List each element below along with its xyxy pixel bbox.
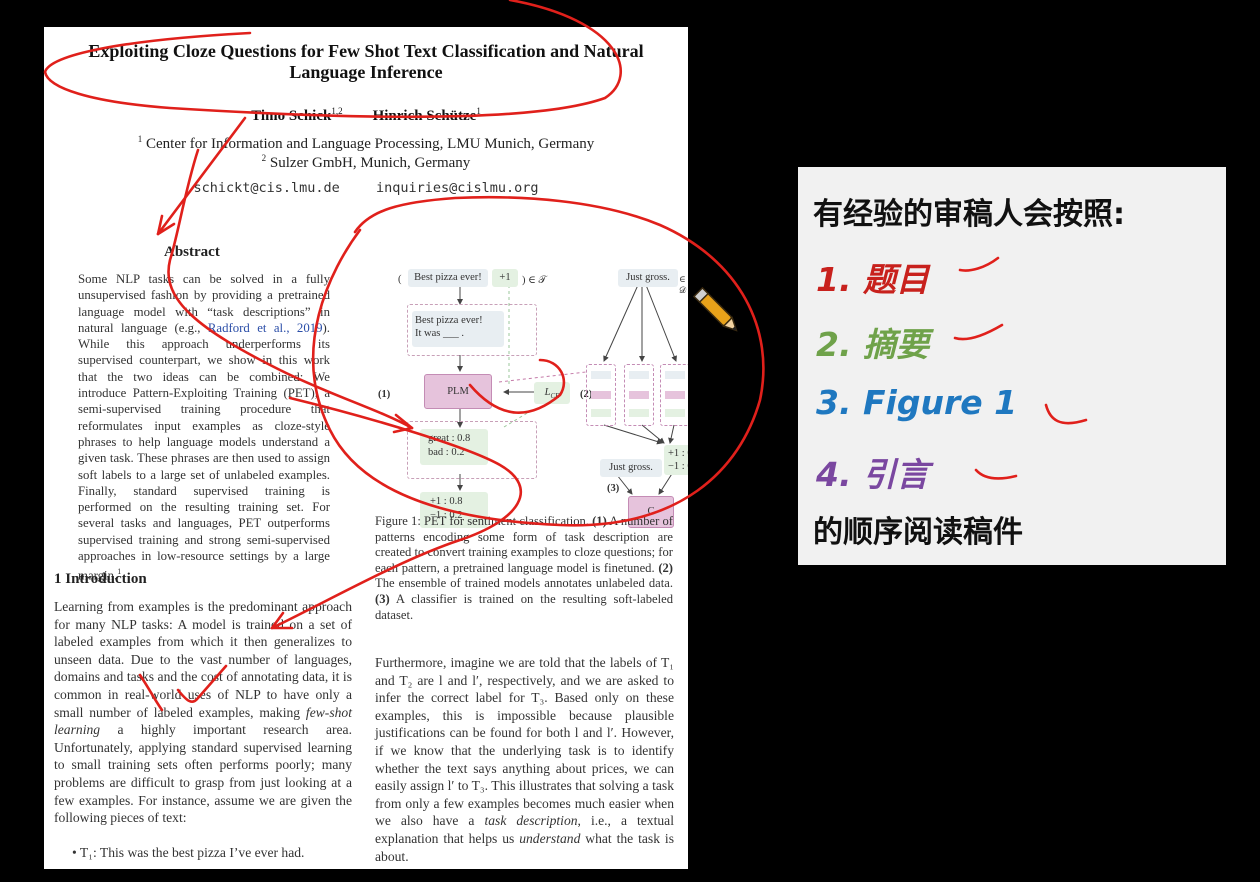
- fig-plm-box: PLM: [424, 374, 492, 409]
- fig-model-b: [624, 364, 654, 426]
- aff1-text: Center for Information and Language Proc…: [146, 136, 595, 152]
- author-1-sup: 1,2: [331, 106, 343, 116]
- caption-part-3: The ensemble of trained models annotates…: [375, 576, 673, 591]
- fig-unlabeled-example: Just gross.: [618, 269, 678, 287]
- email-1[interactable]: schickt@cis.lmu.de: [193, 180, 339, 196]
- citation-link[interactable]: Radford et al., 2019: [208, 321, 323, 335]
- abstract-heading: Abstract: [164, 244, 220, 260]
- fig-pattern-line2: It was ___ .: [415, 328, 464, 339]
- figure-caption: Figure 1: PET for sentiment classificati…: [375, 514, 673, 623]
- panel-footer: 的顺序阅读稿件: [813, 515, 1023, 550]
- abstract-text: Some NLP tasks can be solved in a fully …: [78, 271, 330, 584]
- fig-labeled-label: +1: [492, 269, 518, 287]
- fig-mlm-probs: great : 0.8 bad : 0.2: [420, 429, 488, 465]
- fig-soft2a: +1 : 0.1: [668, 448, 688, 459]
- intro-text: Learning from examples is the predominan…: [54, 598, 352, 827]
- panel-heading: 有经验的审稿人会按照:: [813, 197, 1125, 232]
- right-emphasis-1: task description: [484, 813, 578, 829]
- fig-model-c: [660, 364, 688, 426]
- panel-item-figure: 3. Figure 1: [816, 383, 1018, 422]
- fig-soft1a: +1 : 0.8: [430, 496, 463, 507]
- aff1-sup: 1: [137, 134, 143, 144]
- fig-unlabeled-set: ∈ 𝒟: [679, 274, 687, 295]
- author-2: Hinrich Schütze: [372, 108, 477, 124]
- fig-pattern-line1: Best pizza ever!: [415, 315, 483, 326]
- emails: schickt@cis.lmu.de inquiries@cislmu.org: [44, 180, 688, 196]
- right-part-1: Furthermore, imagine we are told that th…: [375, 655, 674, 829]
- figure-1: ( Best pizza ever! +1 ) ∈ 𝒯 Just gross. …: [374, 237, 688, 528]
- author-1: Timo Schick: [251, 108, 332, 124]
- paper-authors: Timo Schick1,2 Hinrich Schütze1: [44, 106, 688, 125]
- paper-title: Exploiting Cloze Questions for Few Shot …: [88, 41, 644, 82]
- pencil-icon: [692, 286, 738, 332]
- fig-step1: (1): [378, 389, 391, 400]
- reading-order-panel: 有经验的审稿人会按照: 1. 题目 2. 摘要 3. Figure 1 4. 引…: [798, 167, 1226, 565]
- abstract-part-2: ). While this approach underperforms its…: [78, 320, 330, 583]
- caption-bold-2: (2): [658, 560, 673, 575]
- caption-bold-3: (3): [375, 591, 390, 606]
- fig-soft-label-2: +1 : 0.1 −1 : 0.9: [664, 445, 688, 475]
- fig-labeled-example: Best pizza ever!: [408, 269, 488, 287]
- fig-step3: (3): [607, 483, 620, 494]
- fig-loss-box: LCE: [534, 382, 570, 404]
- intro-part-2: a highly important research area. Unfort…: [54, 722, 352, 826]
- panel-item-abstract: 2. 摘要: [816, 325, 929, 364]
- fig-model-a: [586, 364, 616, 426]
- right-column-text: Furthermore, imagine we are told that th…: [375, 654, 674, 865]
- email-2[interactable]: inquiries@cislmu.org: [376, 180, 539, 196]
- caption-part-4: A classifier is trained on the resulting…: [375, 591, 673, 622]
- fig-pattern-box: Best pizza ever! It was ___ .: [412, 311, 504, 347]
- fig-just-gross: Just gross.: [600, 459, 662, 477]
- paper-page: Exploiting Cloze Questions for Few Shot …: [44, 27, 688, 869]
- panel-item-title: 1. 题目: [816, 260, 929, 299]
- fig-soft2b: −1 : 0.9: [668, 461, 688, 472]
- intro-part-1: Learning from examples is the predominan…: [54, 599, 352, 720]
- caption-bold-1: (1): [592, 514, 607, 528]
- caption-part-1: Figure 1: PET for sentiment classificati…: [375, 514, 593, 528]
- aff2-text: Sulzer GmbH, Munich, Germany: [269, 155, 471, 171]
- aff2-sup: 2: [261, 153, 267, 163]
- fig-train-set: ) ∈ 𝒯: [522, 275, 547, 286]
- intro-heading: 1 Introduction: [54, 571, 147, 587]
- panel-item-intro: 4. 引言: [816, 455, 929, 494]
- bullet-t1: • T₁: This was the best pizza I’ve ever …: [72, 845, 305, 860]
- affiliation-2: 2 Sulzer GmbH, Munich, Germany: [44, 153, 688, 172]
- fig-bad: bad : 0.2: [428, 447, 465, 458]
- fig-great: great : 0.8: [428, 433, 471, 444]
- affiliation-1: 1 Center for Information and Language Pr…: [44, 134, 688, 153]
- fig-loss-sub: CE: [550, 392, 560, 401]
- fig-open-paren: (: [398, 274, 402, 285]
- right-emphasis-2: understand: [519, 830, 581, 846]
- author-2-sup: 1: [476, 106, 481, 116]
